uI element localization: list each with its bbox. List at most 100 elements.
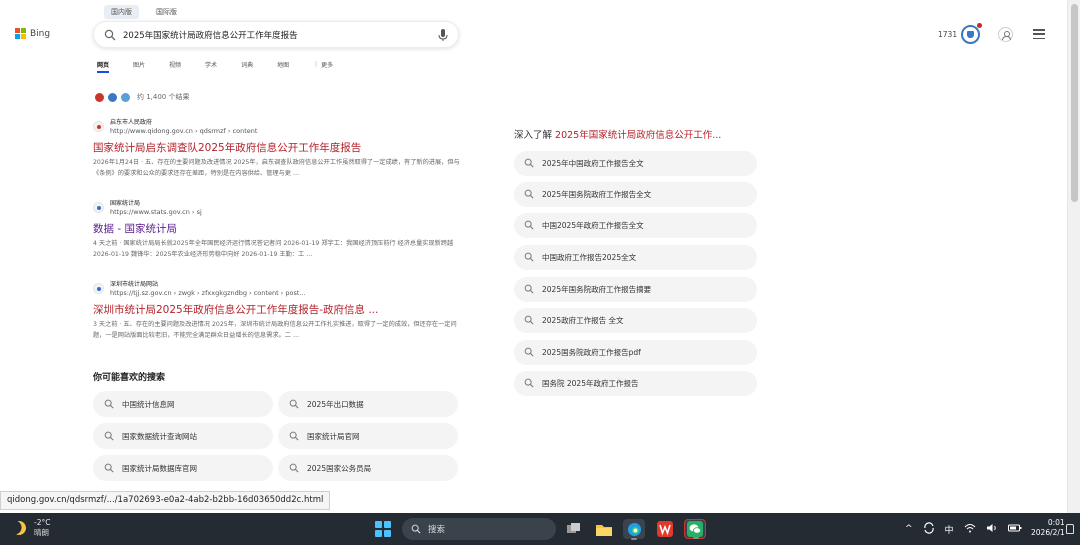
notification-bell-icon[interactable] [1066, 524, 1074, 534]
deep-dive-title: 深入了解 2025年国家统计局政府信息公开工作... [514, 127, 721, 141]
related-search-pill[interactable]: 国家统计局数据库官网 [93, 455, 273, 481]
wps-office-icon[interactable] [654, 519, 676, 539]
logo-text: Bing [30, 28, 51, 39]
region-tabs: 国内版 国际版 [104, 5, 184, 19]
deep-dive-suggestion-label: 国务院 2025年政府工作报告 [542, 379, 639, 388]
tab-web[interactable]: 网页 [97, 60, 110, 73]
battery-icon[interactable] [1007, 523, 1022, 536]
deep-dive-suggestion[interactable]: 2025国务院政府工作报告pdf [514, 340, 757, 365]
edge-browser-icon[interactable] [623, 519, 645, 540]
microsoft-logo-icon [15, 28, 26, 39]
search-icon [524, 252, 534, 262]
result-url[interactable]: https://www.stats.gov.cn › sj [110, 208, 202, 217]
search-nav-tabs: 网页 图片 视频 学术 词典 地图 ⋮ 更多 [97, 60, 357, 73]
search-icon [104, 431, 114, 441]
task-view-icon[interactable] [563, 519, 585, 539]
related-search-label: 国家统计局数据库官网 [122, 464, 197, 473]
weather-widget[interactable]: -2°C 晴朗 [12, 518, 50, 538]
tab-maps[interactable]: 地图 [277, 60, 289, 69]
related-search-pill[interactable]: 中国统计信息网 [93, 391, 273, 417]
active-indicator [693, 537, 699, 539]
result-snippet: 2026年1月24日 · 五、存在的主要问题及改进情况 2025年，启东调查队政… [93, 159, 460, 177]
site-favicon-icon [93, 283, 104, 294]
related-search-label: 2025年出口数据 [307, 400, 364, 409]
search-icon [411, 524, 421, 534]
region-tab-domestic[interactable]: 国内版 [104, 5, 139, 19]
search-icon [104, 463, 114, 473]
results-count: 约 1,400 个结果 [137, 93, 190, 101]
tab-images[interactable]: 图片 [133, 60, 145, 69]
result-site[interactable]: 国家统计局 https://www.stats.gov.cn › sj [93, 200, 463, 217]
search-result: 国家统计局 https://www.stats.gov.cn › sj 数据 -… [93, 200, 463, 260]
search-box[interactable]: 2025年国家统计局政府信息公开工作年度报告 [93, 21, 459, 48]
windows-start-icon[interactable] [375, 521, 391, 537]
tab-dictionary[interactable]: 词典 [241, 60, 253, 69]
sync-icon[interactable] [923, 521, 935, 537]
search-icon [524, 347, 534, 357]
microphone-icon[interactable] [437, 28, 449, 42]
result-title-link[interactable]: 深圳市统计局2025年政府信息公开工作年度报告-政府信息 ... [93, 303, 463, 317]
result-title-link[interactable]: 国家统计局启东调查队2025年政府信息公开工作年度报告 [93, 141, 463, 155]
result-badge-icon [108, 92, 117, 102]
wifi-icon[interactable] [964, 523, 976, 536]
bing-logo[interactable]: Bing [15, 28, 50, 39]
deep-dive-suggestion-label: 中国2025年政府工作报告全文 [542, 221, 644, 230]
result-badge-icon [121, 92, 130, 102]
search-icon [524, 315, 534, 325]
deep-dive-highlight: 2025年国家统计局政府信息公开工作... [555, 130, 722, 141]
volume-icon[interactable] [986, 523, 998, 536]
notification-dot [977, 23, 982, 28]
chevron-up-icon[interactable]: ^ [905, 524, 913, 534]
related-search-pill[interactable]: 2025年出口数据 [278, 391, 458, 417]
wechat-icon[interactable] [684, 519, 706, 539]
deep-dive-suggestion[interactable]: 2025年国务院政府工作报告摘要 [514, 277, 757, 302]
user-avatar-icon[interactable] [998, 27, 1013, 42]
deep-dive-suggestion-label: 2025年国务院政府工作报告摘要 [542, 285, 652, 294]
taskbar-search-placeholder: 搜索 [428, 525, 446, 535]
clock-date: 2026/2/1 [1031, 528, 1065, 537]
related-search-label: 2025国家公务员局 [307, 464, 372, 473]
search-icon [104, 29, 116, 41]
result-url[interactable]: http://www.qidong.gov.cn › qdsrmzf › con… [110, 127, 257, 136]
search-icon [289, 431, 299, 441]
rewards-points[interactable]: 1731 [938, 30, 957, 39]
deep-dive-suggestion[interactable]: 中国政府工作报告2025全文 [514, 245, 757, 270]
deep-dive-suggestion[interactable]: 2025政府工作报告 全文 [514, 308, 757, 333]
tab-videos[interactable]: 视频 [169, 60, 181, 69]
results-count-row: 约 1,400 个结果 [95, 92, 190, 102]
active-indicator [631, 538, 637, 540]
hamburger-menu-icon[interactable] [1033, 29, 1045, 39]
tab-academic[interactable]: 学术 [205, 60, 217, 69]
tab-more[interactable]: ⋮ 更多 [313, 60, 333, 69]
deep-dive-prefix: 深入了解 [514, 130, 556, 141]
clock[interactable]: 0:01 2026/2/1 [1031, 518, 1065, 538]
deep-dive-suggestion-label: 2025政府工作报告 全文 [542, 316, 624, 325]
ime-indicator[interactable]: 中 [945, 523, 954, 536]
search-icon [524, 284, 534, 294]
deep-dive-suggestion[interactable]: 2025年国务院政府工作报告全文 [514, 182, 757, 207]
related-search-pill[interactable]: 2025国家公务员局 [278, 455, 458, 481]
taskbar-search[interactable]: 搜索 [402, 518, 556, 540]
search-query[interactable]: 2025年国家统计局政府信息公开工作年度报告 [123, 29, 298, 41]
region-tab-international[interactable]: 国际版 [149, 5, 184, 19]
related-search-pill[interactable]: 国家数据统计查询网站 [93, 423, 273, 449]
deep-dive-suggestion[interactable]: 中国2025年政府工作报告全文 [514, 213, 757, 238]
moon-icon [10, 519, 28, 537]
related-search-label: 国家数据统计查询网站 [122, 432, 197, 441]
result-site[interactable]: 启东市人民政府 http://www.qidong.gov.cn › qdsrm… [93, 119, 463, 136]
system-tray: ^ 中 [905, 513, 1022, 545]
result-url[interactable]: https://tjj.sz.gov.cn › zwgk › zfxxgkgzn… [110, 289, 306, 298]
deep-dive-suggestion[interactable]: 国务院 2025年政府工作报告 [514, 371, 757, 396]
search-icon [524, 378, 534, 388]
vertical-scrollbar[interactable] [1067, 0, 1080, 513]
file-explorer-icon[interactable] [593, 519, 615, 539]
result-snippet: 4 天之前 · 国家统计局局长就2025年全年国民经济运行情况答记者问 2026… [93, 240, 454, 258]
result-site[interactable]: 深圳市统计局网站 https://tjj.sz.gov.cn › zwgk › … [93, 281, 463, 298]
deep-dive-suggestion[interactable]: 2025年中国政府工作报告全文 [514, 151, 757, 176]
weather-temp: -2°C [34, 518, 51, 527]
more-dots-icon: ⋮ [313, 61, 320, 68]
result-title-link[interactable]: 数据 - 国家统计局 [93, 222, 463, 236]
scrollbar-thumb[interactable] [1071, 4, 1078, 202]
rewards-medal-icon[interactable] [961, 25, 980, 44]
related-search-pill[interactable]: 国家统计局官网 [278, 423, 458, 449]
